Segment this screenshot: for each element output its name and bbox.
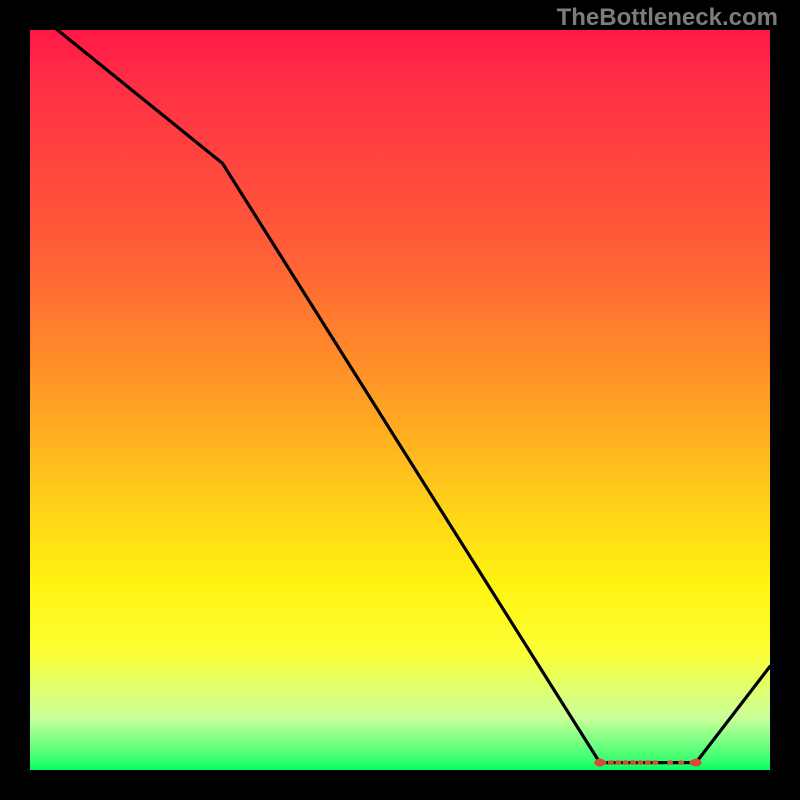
optimal-dash: [601, 760, 607, 764]
optimal-dash: [623, 760, 629, 764]
chart-canvas: TheBottleneck.com: [0, 0, 800, 800]
watermark-label: TheBottleneck.com: [557, 4, 778, 32]
optimal-dash: [630, 760, 636, 764]
bottleneck-curve: [30, 30, 770, 770]
optimal-dash: [615, 760, 621, 764]
optimal-dash: [678, 760, 684, 764]
curve-line: [30, 8, 770, 763]
optimal-dash: [608, 760, 614, 764]
optimal-dash: [645, 760, 651, 764]
optimal-dash: [652, 760, 658, 764]
optimal-dash: [689, 760, 695, 764]
optimal-dash: [638, 760, 644, 764]
optimal-dash: [667, 760, 673, 764]
plot-area: [30, 30, 770, 770]
